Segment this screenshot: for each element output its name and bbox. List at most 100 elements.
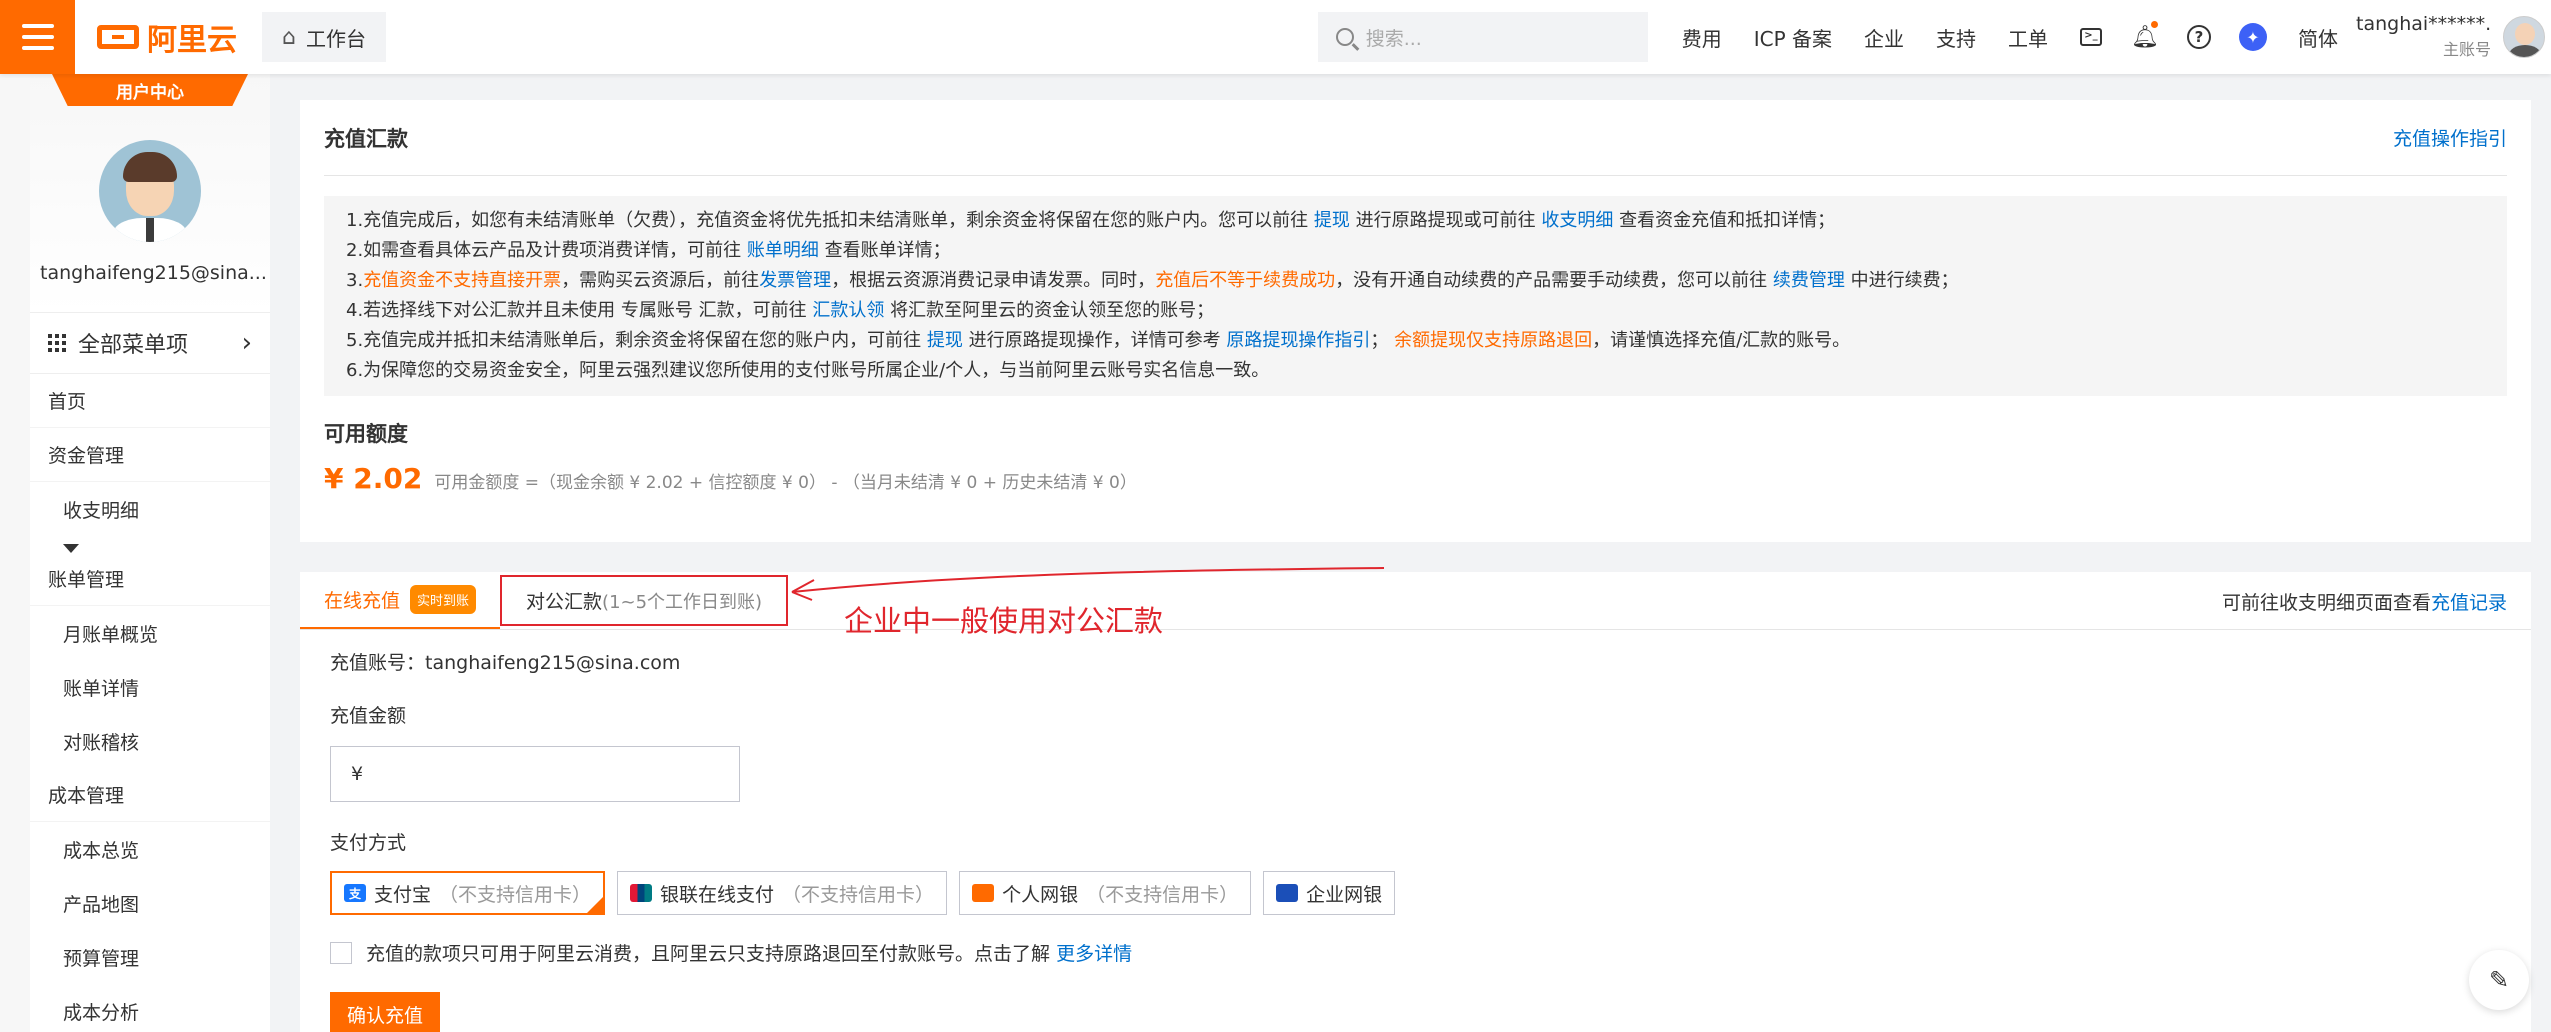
notice-line-3: 3.充值资金不支持直接开票，需购买云资源后，前往发票管理，根据云资源消费记录申请… [346,266,2485,296]
help-icon: ? [2187,25,2211,49]
recharge-record-hint: 可前往收支明细页面查看 充值记录 [2222,572,2507,630]
agreement-text-body: 充值的款项只可用于阿里云消费，且阿里云只支持原路退回至付款账号。点击了解 [366,943,1051,965]
pay-option-note: （不支持信用卡） [439,883,592,906]
sidebar: 用户中心 tanghaifeng215@sina... 全部菜单项 › 首页 资… [30,74,270,1032]
sidebar-item-bill-detail[interactable]: 账单详情 [30,660,270,714]
pay-option-corporate-bank[interactable]: 企业网银 [1263,871,1396,915]
notice-text: ，请谨慎选择充值/汇款的账号。 [1592,330,1851,351]
user-avatar[interactable] [2503,16,2545,58]
pay-option-alipay[interactable]: 支 支付宝 （不支持信用卡） [330,871,606,915]
sidebar-item-cost[interactable]: 成本管理 [30,768,270,822]
pay-option-label: 个人网银 [1002,883,1079,906]
recharge-tabs: 在线充值 实时到账 对公汇款 (1~5个工作日到账) 企业中一般使用对公汇款 可前… [300,567,2531,638]
sidebar-item-budget[interactable]: 预算管理 [30,930,270,984]
star-button[interactable]: ✦ [2226,23,2280,51]
notice-line-4: 4.若选择线下对公汇款并且未使用 专属账号 汇款，可前往 汇款认领 将汇款至阿里… [346,296,2485,326]
annotation-arrow [791,567,1385,601]
notice-text: ，根据云资源消费记录申请发票。同时， [831,270,1156,291]
sidebar-item-bills[interactable]: 账单管理 [30,552,270,606]
notice-text: 查看账单详情； [824,240,951,261]
recharge-panel: 充值汇款 充值操作指引 1.充值完成后，如您有未结清账单（欠费），充值资金将优先… [300,100,2531,542]
sidebar-item-product-map[interactable]: 产品地图 [30,876,270,930]
pay-option-unionpay[interactable]: 银联在线支付 （不支持信用卡） [617,871,948,915]
sidebar-item-reconcile[interactable]: 对账稽核 [30,714,270,768]
chevron-down-icon[interactable] [30,536,270,553]
menu-icon[interactable] [0,0,75,74]
pay-option-label: 企业网银 [1306,883,1383,906]
agreement-text: 充值的款项只可用于阿里云消费，且阿里云只支持原路退回至付款账号。点击了解 更多详… [366,939,1132,966]
corporate-bank-icon [1276,884,1299,902]
sidebar-item-cost-analysis[interactable]: 成本分析 [30,984,270,1032]
top-link-icp[interactable]: ICP 备案 [1738,23,1848,52]
notification-dot [2151,20,2158,28]
top-link-enterprise[interactable]: 企业 [1848,23,1920,52]
user-menu[interactable]: tanghai******... 主账号 [2356,11,2491,63]
star-icon: ✦ [2239,23,2267,51]
aliyun-logo-icon [97,25,139,49]
top-link-ticket[interactable]: 工单 [1992,23,2064,52]
notice-text: 将汇款至阿里云的资金认领至您的账号； [890,300,1215,321]
tab-corporate-remittance[interactable]: 对公汇款 (1~5个工作日到账) [500,575,789,626]
withdraw-link[interactable]: 提现 [1314,210,1350,231]
search-input[interactable]: 搜索... [1317,12,1648,62]
tab-online-recharge[interactable]: 在线充值 实时到账 [300,572,501,629]
sidebar-item-transactions[interactable]: 收支明细 [30,482,270,536]
brand-name: 阿里云 [147,23,237,58]
notice-text: 2.如需查看具体云产品及计费项消费详情，可前往 [346,240,742,261]
more-details-link[interactable]: 更多详情 [1056,943,1132,965]
transactions-link[interactable]: 收支明细 [1541,210,1613,231]
search-icon [1335,28,1354,46]
top-links: 费用 ICP 备案 企业 支持 工单 [1666,23,2064,52]
all-menu-button[interactable]: 全部菜单项 › [30,312,270,374]
pay-method-label: 支付方式 [330,832,407,854]
sidebar-item-monthly-bill[interactable]: 月账单概览 [30,606,270,660]
withdraw-guide-link[interactable]: 原路提现操作指引 [1226,330,1370,351]
aliyun-logo[interactable]: 阿里云 [97,15,247,59]
notice-text: 1.充值完成后，如您有未结清账单（欠费），充值资金将优先抵扣未结清账单，剩余资金… [346,210,1309,231]
edit-icon[interactable]: ✎ [2469,950,2529,1010]
alipay-icon: 支 [344,884,366,902]
workbench-button[interactable]: ⌂ 工作台 [262,12,386,62]
user-name: tanghai******... [2356,13,2491,35]
top-link-fees[interactable]: 费用 [1666,23,1738,52]
help-button[interactable]: ? [2172,25,2226,49]
user-center-tab: 用户中心 [52,74,248,106]
language-switch[interactable]: 简体 [2280,23,2356,52]
notice-text: 4.若选择线下对公汇款并且未使用 专属账号 汇款，可前往 [346,300,807,321]
notice-line-2: 2.如需查看具体云产品及计费项消费详情，可前往 账单明细 查看账单详情； [346,236,2485,266]
annotation-text: 企业中一般使用对公汇款 [844,604,1164,638]
sidebar-item-home[interactable]: 首页 [30,374,270,428]
recharge-header: 充值汇款 充值操作指引 [324,100,2507,176]
notice-text: 3. [346,270,364,291]
terminal-button[interactable]: >_ [2064,28,2118,46]
unionpay-icon [630,884,653,902]
recharge-record-link[interactable]: 充值记录 [2431,588,2507,615]
sidebar-item-cost-overview[interactable]: 成本总览 [30,822,270,876]
bill-detail-link[interactable]: 账单明细 [747,240,819,261]
renewal-link[interactable]: 续费管理 [1773,270,1845,291]
bell-icon: 🔔︎ [2131,24,2159,50]
pay-option-note: （不支持信用卡） [1086,883,1239,906]
pay-option-label: 支付宝 [374,883,432,906]
account-value: tanghaifeng215@sina.com [425,652,681,674]
grid-icon [48,334,66,352]
pay-option-personal-bank[interactable]: 个人网银 （不支持信用卡） [959,871,1252,915]
notice-line-5: 5.充值完成并抵扣未结清账单后，剩余资金将保留在您的账户内，可前往 提现 进行原… [346,326,2485,356]
pay-option-label: 银联在线支付 [660,883,775,906]
notification-button[interactable]: 🔔︎ [2118,20,2172,50]
amount-input[interactable]: ¥ [330,746,740,802]
confirm-recharge-button[interactable]: 确认充值 [330,992,440,1032]
notice-text: ，没有开通自动续费的产品需要手动续费，您可以前往 [1335,270,1768,291]
recharge-guide-link[interactable]: 充值操作指引 [2393,124,2507,151]
invoice-link[interactable]: 发票管理 [759,270,831,291]
account-label: 充值账号： [330,652,426,674]
chevron-right-icon: › [241,328,252,358]
remittance-claim-link[interactable]: 汇款认领 [812,300,884,321]
agreement-checkbox[interactable] [330,941,352,964]
top-link-support[interactable]: 支持 [1920,23,1992,52]
quota-description: 可用金额度 =（现金余额 ¥ 2.02 + 信控额度 ¥ 0） - （当月未结清… [434,473,1137,493]
sidebar-item-funds[interactable]: 资金管理 [30,428,270,482]
withdraw-link-2[interactable]: 提现 [927,330,963,351]
avatar [99,140,201,242]
left-strip [0,74,30,1032]
